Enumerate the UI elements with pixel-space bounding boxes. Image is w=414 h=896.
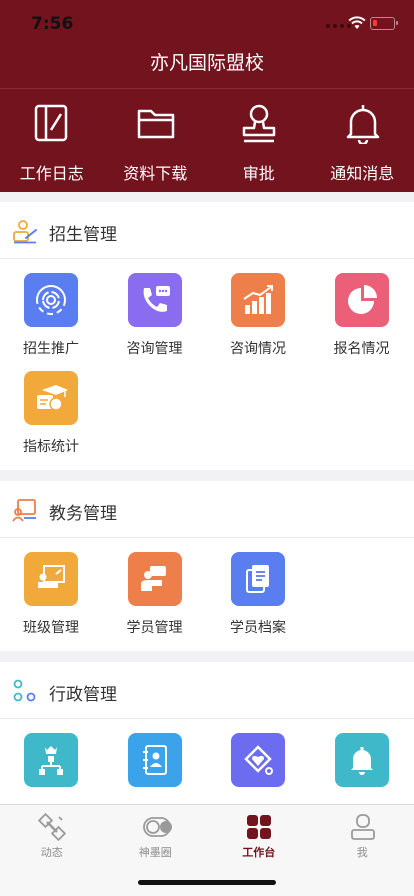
battery-icon: [370, 17, 398, 30]
tile-icon-bg: [231, 273, 285, 327]
tile-indicator-stats[interactable]: 指标统计: [0, 357, 103, 455]
tile-admin-1[interactable]: [0, 719, 103, 817]
tab-workbench[interactable]: 工作台: [207, 805, 311, 865]
tile-admin-2[interactable]: [104, 719, 207, 817]
quick-action-notifications[interactable]: 通知消息: [311, 96, 414, 192]
section-header: 招生管理: [0, 202, 414, 259]
tab-label: 神墨圈: [138, 846, 172, 859]
tile-label: 招生推广: [23, 341, 79, 357]
phone-chat-icon: [143, 286, 170, 312]
tile-label: 指标统计: [23, 439, 79, 455]
folder-icon: [137, 109, 174, 139]
quick-action-downloads[interactable]: 资料下载: [104, 96, 208, 192]
tile-enrollment-promotion[interactable]: 招生推广: [0, 259, 103, 357]
tile-registration-status[interactable]: 报名情况: [311, 259, 414, 357]
org-chart-icon: [39, 746, 63, 775]
tile-icon-bg: [231, 552, 285, 606]
header: 7:56 亦凡国际盟校 工作日志 资料下载 审批 通知消息: [0, 0, 414, 192]
quick-actions: 工作日志 资料下载 审批 通知消息: [0, 96, 414, 192]
documents-icon: [246, 565, 269, 593]
broadcast-icon: [36, 285, 66, 315]
bell-icon: [346, 105, 379, 144]
tile-label: 咨询情况: [230, 341, 286, 357]
enrollment-section-icon: [13, 220, 37, 244]
person-icon: [350, 814, 375, 840]
tab-feed[interactable]: 动态: [0, 805, 104, 865]
academic-section-icon: [12, 499, 36, 522]
bell-icon: [350, 747, 373, 775]
tab-label: 工作台: [242, 846, 276, 859]
tile-icon-bg: [127, 552, 182, 606]
tile-admin-3[interactable]: [207, 719, 310, 817]
tile-icon-bg: [24, 733, 78, 787]
section-title: 招生管理: [49, 225, 117, 245]
divider: [0, 88, 414, 89]
tab-circle[interactable]: 神墨圈: [104, 805, 208, 865]
tab-me[interactable]: 我: [311, 805, 414, 865]
contacts-icon: [142, 745, 167, 775]
tile-icon-bg: [127, 273, 182, 327]
wifi-icon: [348, 16, 366, 29]
student-icon: [140, 566, 166, 591]
section-admin: 行政管理: [0, 662, 414, 804]
tab-label: 动态: [40, 846, 63, 859]
section-academic: 教务管理 班级管理 学员管理 学员档案: [0, 481, 414, 651]
tile-label: 班级管理: [23, 620, 79, 636]
tile-icon-bg: [334, 273, 389, 327]
quick-action-approval[interactable]: 审批: [207, 96, 311, 192]
tile-icon-bg: [231, 733, 285, 787]
tile-label: 学员档案: [230, 620, 286, 636]
tile-consult-management[interactable]: 咨询管理: [104, 259, 207, 357]
tile-admin-4[interactable]: [311, 719, 414, 817]
status-bar: 7:56: [0, 0, 414, 44]
section-header: 教务管理: [0, 481, 414, 538]
section-header: 行政管理: [0, 662, 414, 719]
section-title: 教务管理: [49, 504, 117, 524]
tile-icon-bg: [127, 733, 182, 787]
heart-shield-icon: [244, 745, 273, 775]
status-time: 7:56: [31, 14, 74, 34]
graduation-cap-icon: [37, 385, 68, 411]
tab-label: 我: [356, 846, 368, 859]
tile-consult-status[interactable]: 咨询情况: [207, 259, 310, 357]
quick-action-label: 审批: [242, 164, 275, 183]
page-title: 亦凡国际盟校: [149, 52, 264, 74]
quick-action-label: 资料下载: [123, 164, 188, 183]
toggle-icon: [142, 817, 172, 837]
section-title: 行政管理: [49, 685, 117, 705]
tile-label: 报名情况: [333, 341, 390, 357]
quick-action-label: 通知消息: [330, 164, 395, 183]
tile-icon-bg: [24, 273, 78, 327]
stamp-icon: [242, 104, 276, 143]
satellite-icon: [38, 813, 66, 841]
tile-label: 学员管理: [126, 620, 183, 636]
classroom-icon: [38, 565, 65, 588]
tile-icon-bg: [24, 552, 78, 606]
home-indicator[interactable]: [138, 880, 276, 885]
pie-chart-icon: [347, 285, 377, 314]
journal-icon: [34, 104, 68, 142]
section-enrollment: 招生管理 招生推广 咨询管理 咨询情况 报名情况 指标统计: [0, 202, 414, 470]
grid-icon: [247, 815, 271, 839]
tile-class-management[interactable]: 班级管理: [0, 538, 103, 636]
tile-student-management[interactable]: 学员管理: [104, 538, 207, 636]
tile-icon-bg: [24, 371, 78, 425]
tile-icon-bg: [334, 733, 389, 787]
quick-action-label: 工作日志: [19, 164, 84, 183]
tile-student-records[interactable]: 学员档案: [207, 538, 310, 636]
bar-chart-icon: [243, 285, 273, 314]
quick-action-work-log[interactable]: 工作日志: [0, 96, 104, 192]
admin-section-icon: [13, 679, 36, 702]
tile-label: 咨询管理: [126, 341, 183, 357]
